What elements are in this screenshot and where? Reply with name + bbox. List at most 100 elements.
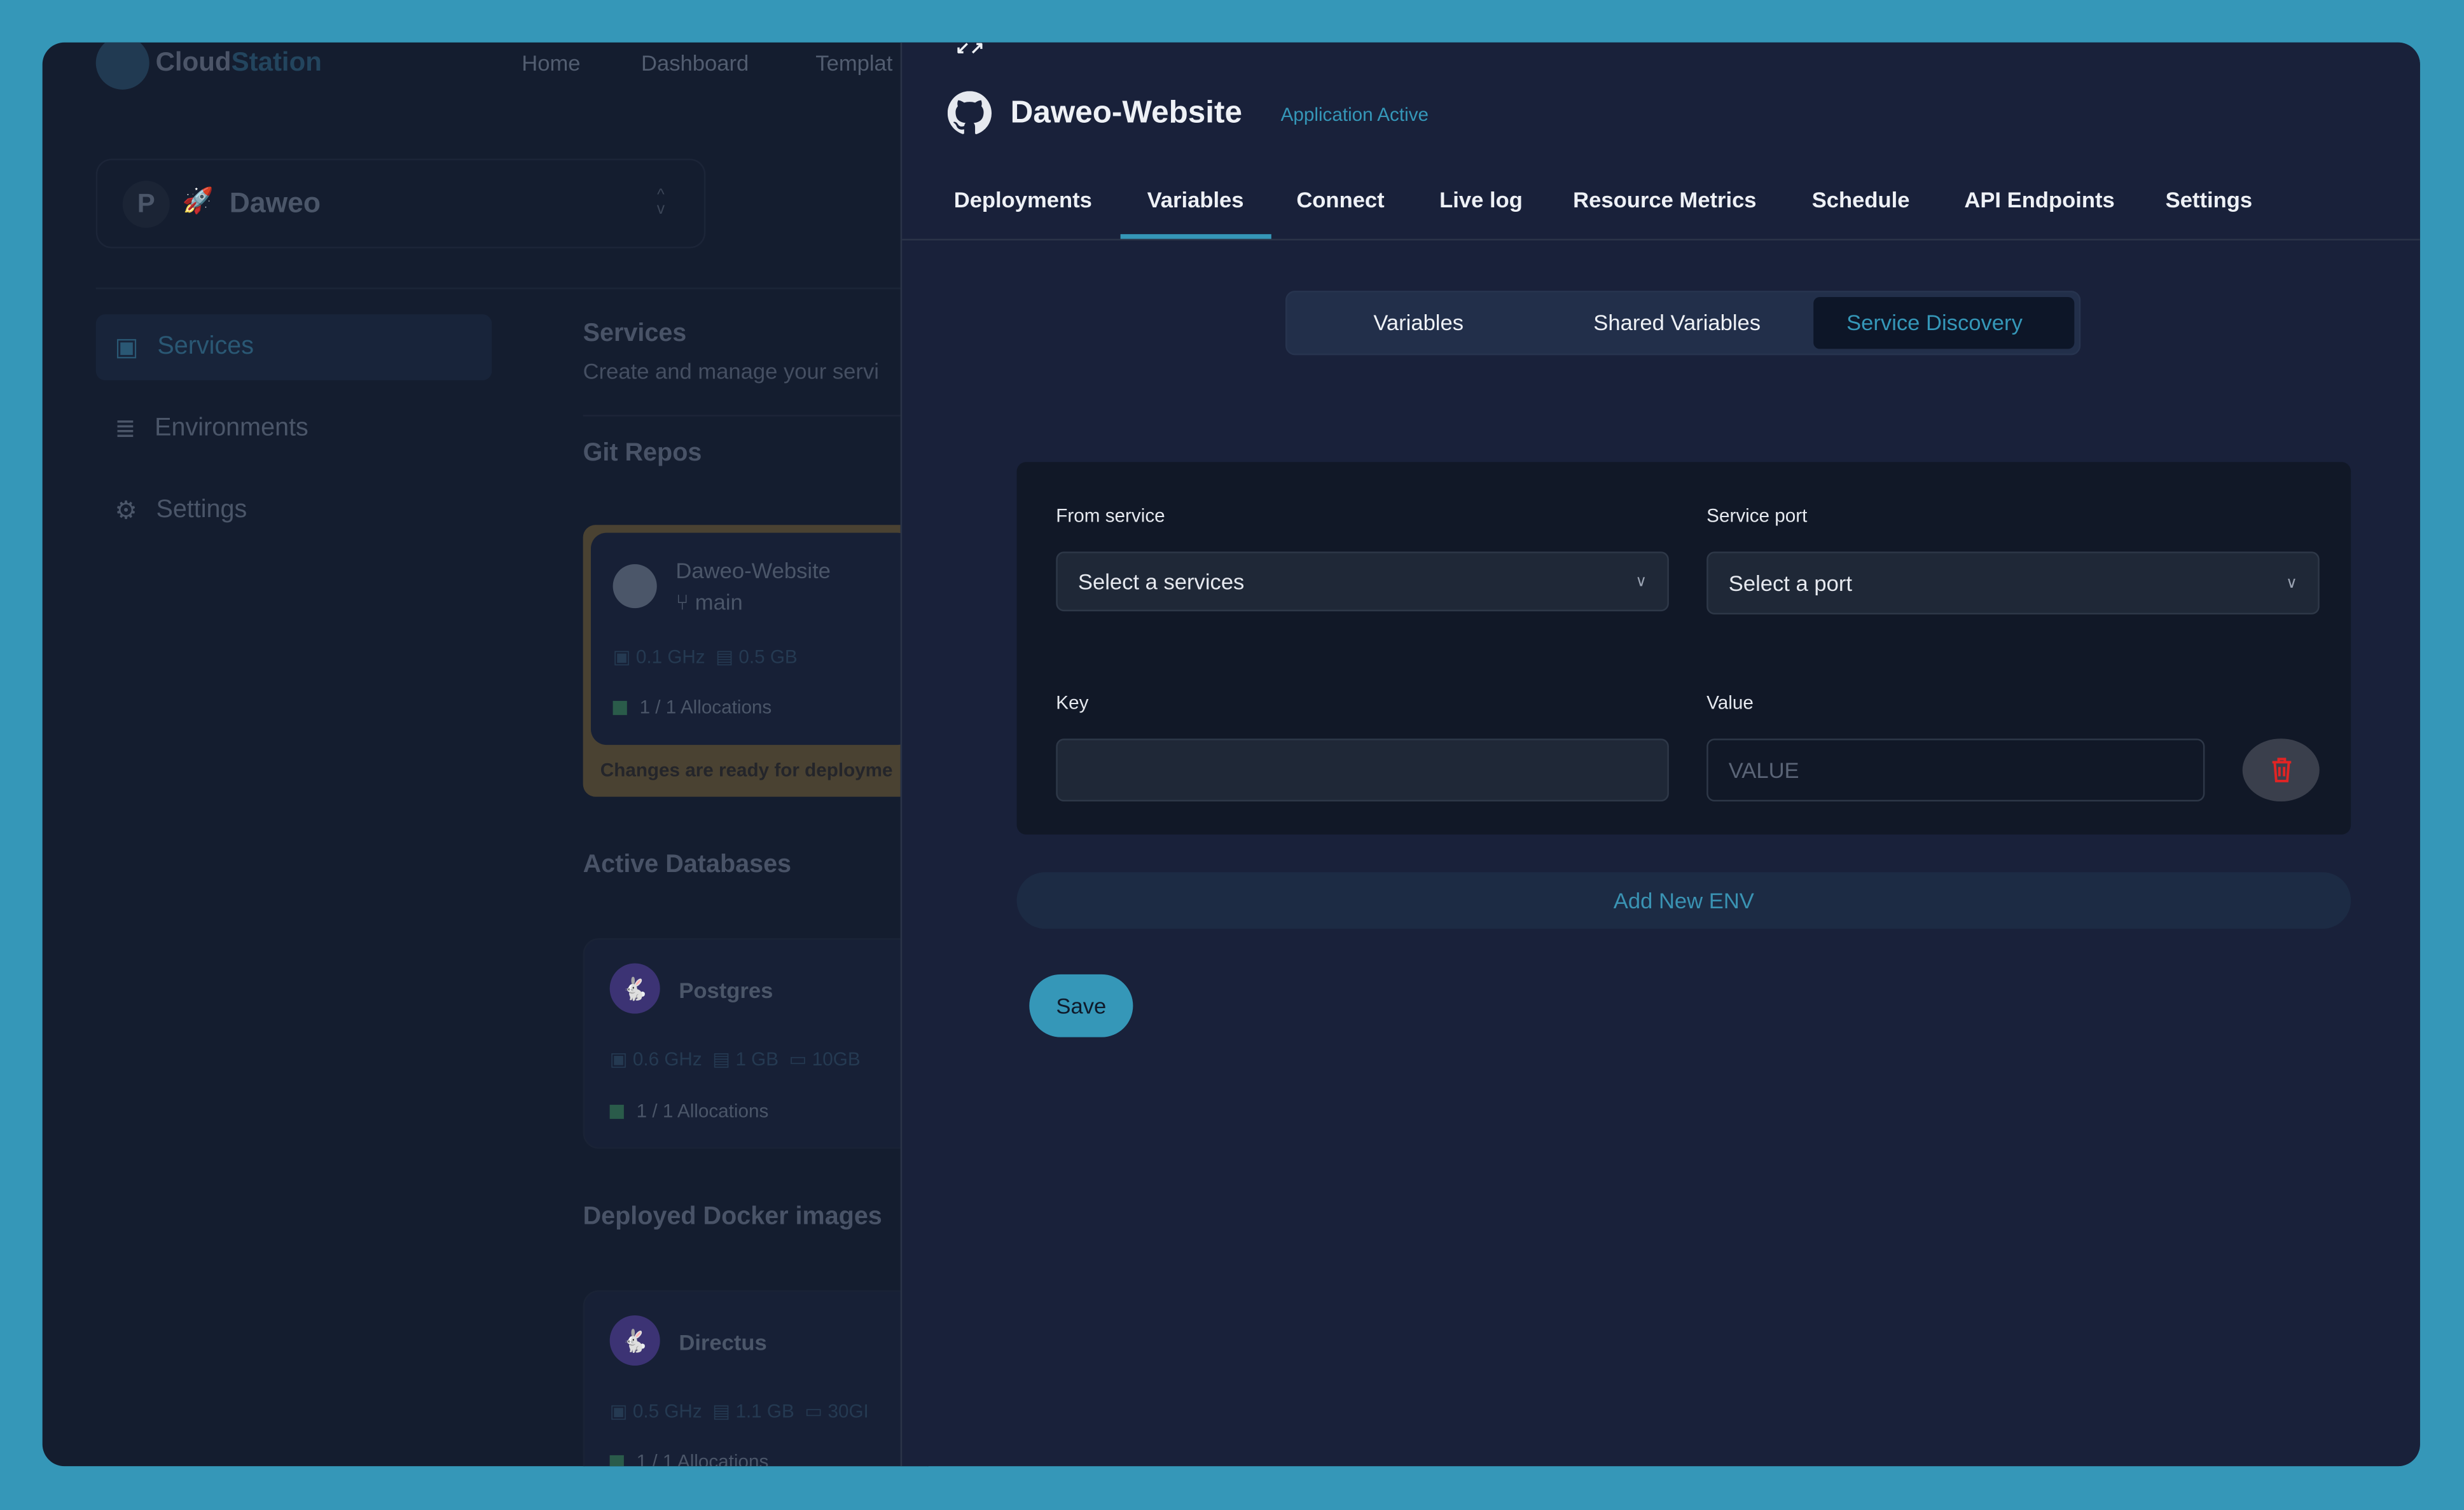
repo-card-body: Daweo-Website ⑂ main ▣ 0.1 GHz ▤ 0.5 GB … (590, 532, 913, 745)
project-selector[interactable]: P 🚀 Daweo ^ v (95, 158, 706, 249)
add-env-button[interactable]: Add New ENV (1016, 872, 2351, 929)
cpu-value: 0.5 GHz (632, 1400, 702, 1422)
tab-variables[interactable]: Variables (1147, 187, 1244, 212)
from-service-select[interactable]: Select a services ∨ (1056, 551, 1669, 612)
repo-card[interactable]: Daweo-Website ⑂ main ▣ 0.1 GHz ▤ 0.5 GB … (583, 525, 913, 797)
status-square (609, 1454, 624, 1467)
chevron-updown-icon: ^ v (656, 187, 665, 219)
sidebar-item-label: Settings (156, 496, 247, 523)
git-repos-heading: Git Repos (583, 440, 702, 467)
nav-home[interactable]: Home (522, 50, 580, 76)
page-title: Services (583, 321, 687, 348)
subtab-service-discovery[interactable]: Service Discovery (1813, 296, 2075, 349)
docker-name: Directus (679, 1329, 767, 1355)
github-icon (613, 564, 657, 609)
tab-api-endpoints[interactable]: API Endpoints (1964, 187, 2114, 212)
status-square (609, 1104, 624, 1118)
db-card[interactable]: 🐇 Postgres ▣ 0.6 GHz ▤ 1 GB ▭ 10GB 1 / 1… (583, 938, 929, 1149)
logo-text-2: Station (231, 47, 322, 78)
tab-settings[interactable]: Settings (2166, 187, 2252, 212)
divider (95, 287, 901, 289)
ram-value: 1.1 GB (735, 1400, 794, 1422)
status-square (613, 700, 627, 714)
from-service-label: From service (1056, 504, 1165, 527)
disk-value: 30GI (827, 1400, 869, 1422)
service-panel: ↙↗ Daweo-Website Application Active ⋮ De… (900, 42, 2420, 1467)
tab-live-log[interactable]: Live log (1439, 187, 1523, 212)
logo[interactable]: CloudStation (156, 47, 322, 78)
collapse-icon[interactable]: ↙↗ (955, 43, 985, 59)
sliders-icon: ⚙ (114, 498, 137, 525)
service-discovery-card: From service Select a services ∨ Service … (1016, 462, 2351, 835)
disk-icon: ▭ (789, 1048, 807, 1070)
disk-icon: ▭ (805, 1400, 823, 1422)
db-name: Postgres (679, 977, 773, 1003)
github-icon (947, 91, 992, 134)
sidebar-item-environments[interactable]: ≣ Environments (96, 396, 492, 462)
repo-resources: ▣ 0.1 GHz ▤ 0.5 GB (613, 646, 798, 668)
service-title: Daweo-Website (1010, 95, 1242, 131)
docker-card[interactable]: 🐇 Directus ▣ 0.5 GHz ▤ 1.1 GB ▭ 30GI 1 /… (583, 1290, 929, 1467)
docker-resources: ▣ 0.5 GHz ▤ 1.1 GB ▭ 30GI (610, 1400, 869, 1422)
cpu-icon: ▣ (609, 1048, 628, 1070)
tab-deployments[interactable]: Deployments (954, 187, 1092, 212)
databases-heading: Active Databases (583, 852, 792, 879)
disk-value: 10GB (812, 1048, 861, 1070)
cpu-icon: ▣ (613, 646, 631, 668)
rocket-icon: 🚀 (182, 188, 214, 216)
key-label: Key (1056, 691, 1089, 714)
service-port-select[interactable]: Select a port ∨ (1706, 551, 2320, 615)
nav-dashboard[interactable]: Dashboard (641, 50, 749, 76)
save-button[interactable]: Save (1029, 974, 1133, 1037)
repo-name: Daweo-Website (675, 558, 831, 583)
ram-icon: ▤ (716, 646, 734, 668)
sidebar-item-settings[interactable]: ⚙ Settings (96, 478, 492, 544)
cpu-icon: ▣ (609, 1400, 628, 1422)
key-input[interactable] (1056, 738, 1669, 802)
logo-text-1: Cloud (155, 47, 232, 78)
deploy-notice: Changes are ready for deployme (600, 759, 893, 781)
cpu-value: 0.1 GHz (635, 646, 705, 668)
branch: ⑂ main (675, 589, 743, 615)
ram-icon: ▤ (712, 1048, 731, 1070)
sidebar-item-services[interactable]: ▣ Services (95, 314, 492, 380)
alloc-text: 1 / 1 Allocations (636, 1100, 769, 1123)
chevron-down-icon: ∨ (1635, 572, 1647, 590)
select-value: Select a services (1077, 569, 1245, 594)
alloc-text: 1 / 1 Allocations (636, 1450, 769, 1467)
alloc-text: 1 / 1 Allocations (639, 696, 772, 719)
ram-value: 0.5 GB (738, 646, 798, 668)
select-value: Select a port (1728, 570, 1852, 596)
subtab-variables[interactable]: Variables (1373, 310, 1464, 335)
database-icon: ≣ (114, 416, 136, 443)
service-port-label: Service port (1706, 504, 1808, 527)
service-avatar: 🐇 (609, 1315, 660, 1366)
project-name: Daweo (229, 187, 321, 219)
nav-templates[interactable]: Templat (815, 50, 892, 76)
project-avatar: P (122, 181, 170, 228)
tab-schedule[interactable]: Schedule (1812, 187, 1910, 212)
sidebar-item-label: Environments (155, 415, 308, 442)
delete-button[interactable] (2242, 738, 2320, 802)
value-input[interactable]: VALUE (1706, 738, 2205, 802)
trash-icon (2271, 758, 2291, 782)
tab-connect[interactable]: Connect (1296, 187, 1384, 212)
page-subtitle: Create and manage your servi (583, 358, 879, 384)
ram-icon: ▤ (712, 1400, 731, 1422)
allocations: 1 / 1 Allocations (609, 1450, 769, 1467)
logo-icon (95, 42, 149, 90)
subtab-label: Service Discovery (1846, 309, 2023, 335)
ram-value: 1 GB (735, 1048, 779, 1070)
status-badge: Application Active (1280, 104, 1429, 126)
more-icon[interactable]: ⋮ (2414, 99, 2420, 126)
services-icon: ▣ (114, 335, 139, 362)
tab-resource-metrics[interactable]: Resource Metrics (1573, 187, 1756, 212)
cpu-value: 0.6 GHz (632, 1048, 702, 1070)
subtab-shared-variables[interactable]: Shared Variables (1593, 310, 1761, 335)
allocations: 1 / 1 Allocations (613, 696, 772, 719)
value-label: Value (1706, 691, 1754, 714)
branch-name: main (695, 589, 743, 615)
divider (583, 415, 901, 417)
chevron-down-icon: ∨ (2286, 574, 2298, 592)
docker-heading: Deployed Docker images (583, 1203, 882, 1231)
